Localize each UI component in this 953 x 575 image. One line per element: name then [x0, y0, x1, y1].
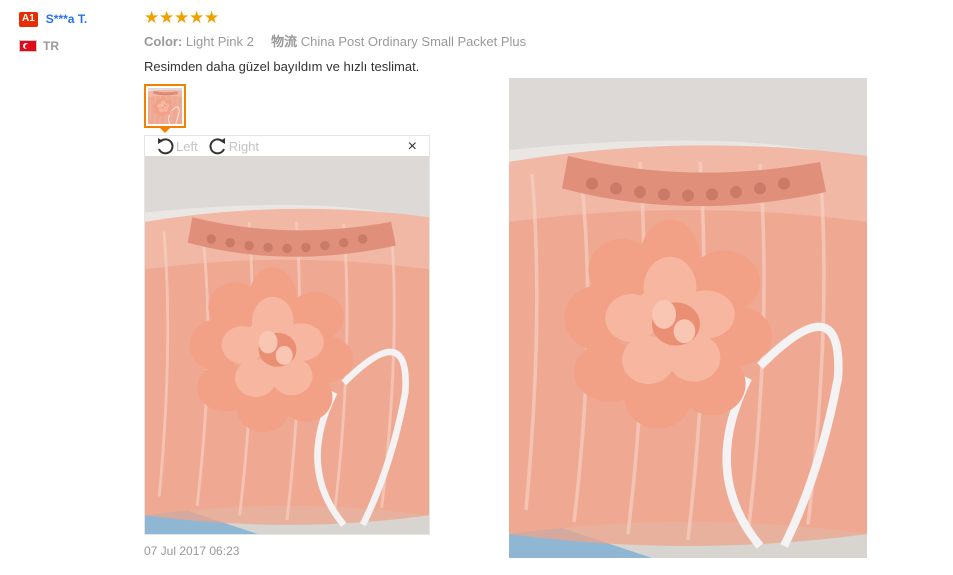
shipping-key: 物流 [271, 34, 298, 49]
turkey-flag-icon [19, 40, 37, 52]
star-icon: ★ [144, 8, 160, 27]
large-photo [509, 78, 867, 558]
country-code: TR [43, 39, 59, 53]
reviewer-country: TR [19, 38, 129, 54]
review-date: 07 Jul 2017 06:23 [144, 544, 240, 558]
reviewer-row: A1 S***a T. [19, 10, 129, 28]
enlarged-photo [145, 156, 429, 534]
product-attributes: Color: Light Pink 2 物流 China Post Ordina… [144, 33, 526, 51]
reviewer-info: A1 S***a T. TR [19, 10, 129, 54]
shipping-value: China Post Ordinary Small Packet Plus [300, 34, 527, 49]
viewer-toolbar: Left Right × [145, 136, 429, 156]
star-icon: ★ [159, 8, 175, 27]
rotate-right-label: Right [228, 138, 260, 154]
color-value: Light Pink 2 [185, 34, 254, 49]
viewer-image [145, 156, 429, 534]
level-badge: A1 [19, 11, 38, 27]
thumbnail-active-pointer [159, 127, 171, 133]
review-photo-large[interactable] [509, 78, 867, 558]
thumbnail-image [148, 88, 182, 124]
photo-viewer: Left Right × [144, 135, 430, 535]
star-icon: ★ [189, 8, 205, 27]
star-icon: ★ [174, 8, 190, 27]
close-icon[interactable]: × [408, 138, 417, 156]
rotate-left-label: Left [176, 138, 198, 154]
color-key: Color: [144, 34, 183, 49]
review-photo-thumbnail[interactable] [144, 84, 186, 128]
rotate-right-icon [209, 138, 225, 155]
star-rating: ★ ★ ★ ★ ★ [144, 9, 219, 27]
review-text: Resimden daha güzel bayıldım ve hızlı te… [144, 59, 420, 74]
rotate-right-button[interactable]: Right [208, 136, 259, 156]
rotate-left-button[interactable]: Left [155, 136, 198, 156]
reviewer-name[interactable]: S***a T. [46, 12, 87, 26]
star-icon: ★ [204, 8, 220, 27]
rotate-left-icon [158, 138, 174, 155]
